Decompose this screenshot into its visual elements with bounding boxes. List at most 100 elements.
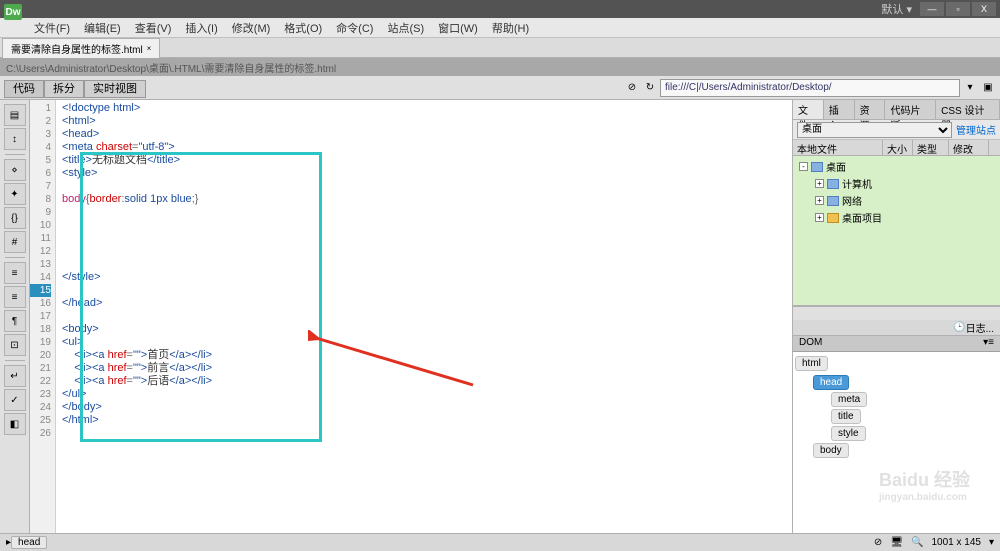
dom-node[interactable]: html	[795, 356, 828, 371]
menu-item[interactable]: 站点(S)	[381, 18, 430, 38]
refresh-icon[interactable]: ↻	[642, 80, 658, 96]
path-bar: C:\Users\Administrator\Desktop\桌面\.HTML\…	[0, 58, 1000, 76]
tree-label: 计算机	[842, 176, 872, 191]
log-bar[interactable]: 🕒 日志...	[793, 320, 1000, 336]
menubar: 文件(F)编辑(E)查看(V)插入(I)修改(M)格式(O)命令(C)站点(S)…	[0, 18, 1000, 38]
panel-tab[interactable]: CSS 设计器	[936, 100, 1000, 119]
search-icon[interactable]: 🔍	[911, 537, 923, 548]
tool-star[interactable]: ✦	[4, 183, 26, 205]
panel-tab[interactable]: 资源	[855, 100, 886, 119]
document-tab-label: 需要清除自身属性的标签.html	[11, 41, 143, 56]
column-header[interactable]: 本地文件	[793, 140, 883, 155]
menu-item[interactable]: 查看(V)	[129, 18, 178, 38]
left-toolbar: ▤ ↕ ⋄ ✦ {} # ≡ ≡ ¶ ⊡ ↵ ✓ ◧	[0, 100, 30, 533]
drive-icon	[827, 196, 839, 206]
view-button[interactable]: 代码	[4, 80, 44, 98]
tool-check[interactable]: ✓	[4, 389, 26, 411]
folder-icon	[827, 213, 839, 223]
code-editor[interactable]: 1234567891011121314151617181920212223242…	[30, 100, 792, 533]
tree-item[interactable]: + 网络	[795, 192, 998, 209]
main-area: ▤ ↕ ⋄ ✦ {} # ≡ ≡ ¶ ⊡ ↵ ✓ ◧ 1234567891011…	[0, 100, 1000, 533]
expander-icon[interactable]: +	[815, 179, 824, 188]
panel-tab[interactable]: 文件	[793, 100, 824, 119]
menu-item[interactable]: 帮助(H)	[486, 18, 535, 38]
dom-tree[interactable]: html head meta title style body	[793, 352, 1000, 533]
maximize-button[interactable]: ▫	[946, 2, 970, 16]
tree-item[interactable]: + 桌面项目	[795, 209, 998, 226]
layout-dropdown[interactable]: 默认 ▾	[881, 1, 912, 17]
menu-item[interactable]: 编辑(E)	[78, 18, 127, 38]
tree-item[interactable]: + 计算机	[795, 175, 998, 192]
scrollbar[interactable]	[793, 306, 1000, 320]
panel-tabs: 文件插入资源代码片断CSS 设计器	[793, 100, 1000, 120]
column-header[interactable]: 大小	[883, 140, 913, 155]
drive-icon	[827, 179, 839, 189]
tree-label: 桌面	[826, 159, 846, 174]
dom-node[interactable]: meta	[831, 392, 867, 407]
menu-item[interactable]: 修改(M)	[226, 18, 277, 38]
panel-tab[interactable]: 插入	[824, 100, 855, 119]
tree-item[interactable]: - 桌面	[795, 158, 998, 175]
tool-color[interactable]: ◧	[4, 413, 26, 435]
dom-node[interactable]: style	[831, 426, 866, 441]
menu-item[interactable]: 插入(I)	[179, 18, 223, 38]
menu-item[interactable]: 命令(C)	[330, 18, 379, 38]
code-area[interactable]: <!doctype html><html><head><meta charset…	[56, 100, 792, 533]
tool-list[interactable]: ≡	[4, 262, 26, 284]
tool-open[interactable]: ▤	[4, 104, 26, 126]
dom-node[interactable]: head	[813, 375, 849, 390]
document-tabs: 需要清除自身属性的标签.html ×	[0, 38, 1000, 58]
expander-icon[interactable]: +	[815, 213, 824, 222]
dropdown-icon[interactable]: ▾	[989, 537, 994, 548]
right-panel: 文件插入资源代码片断CSS 设计器 桌面 管理站点 本地文件大小类型修改 - 桌面…	[792, 100, 1000, 533]
column-header[interactable]: 类型	[913, 140, 949, 155]
drive-icon	[811, 162, 823, 172]
home-icon[interactable]: ▣	[980, 80, 996, 96]
dropdown-icon[interactable]: ▾	[962, 80, 978, 96]
menu-item[interactable]: 窗口(W)	[432, 18, 484, 38]
menu-item[interactable]: 文件(F)	[28, 18, 76, 38]
dom-panel-header: DOM ▾≡	[793, 336, 1000, 352]
dom-title: DOM	[799, 337, 822, 350]
view-button[interactable]: 拆分	[44, 80, 84, 98]
document-tab[interactable]: 需要清除自身属性的标签.html ×	[2, 38, 160, 58]
expander-icon[interactable]: +	[815, 196, 824, 205]
minimize-button[interactable]: —	[920, 2, 944, 16]
tool-arrow[interactable]: ↕	[4, 128, 26, 150]
tool-tag[interactable]: ⋄	[4, 159, 26, 181]
close-icon[interactable]: ×	[147, 44, 152, 53]
address-input[interactable]	[660, 79, 960, 97]
menu-item[interactable]: 格式(O)	[278, 18, 328, 38]
close-button[interactable]: X	[972, 2, 996, 16]
panel-menu-icon[interactable]: ▾≡	[983, 337, 994, 350]
breadcrumb[interactable]: head	[11, 536, 47, 549]
log-icon: 🕒	[953, 322, 965, 333]
tool-indent[interactable]: ≡	[4, 286, 26, 308]
site-select[interactable]: 桌面	[797, 122, 952, 138]
view-toolbar: 代码拆分实时视图 ⊘ ↻ ▾ ▣	[0, 76, 1000, 100]
dom-node[interactable]: title	[831, 409, 861, 424]
overflow-icon[interactable]: ⊘	[874, 537, 882, 548]
dom-node[interactable]: body	[813, 443, 849, 458]
view-button[interactable]: 实时视图	[84, 80, 146, 98]
column-header[interactable]: 修改	[949, 140, 989, 155]
status-bar: ▸ head ⊘ 🖥 🔍 1001 x 145 ▾	[0, 533, 1000, 551]
tool-wrap[interactable]: ↵	[4, 365, 26, 387]
log-label: 日志...	[966, 320, 994, 335]
manage-sites-link[interactable]: 管理站点	[956, 122, 996, 137]
expander-icon[interactable]: -	[799, 162, 808, 171]
stop-icon[interactable]: ⊘	[624, 80, 640, 96]
line-gutter: 1234567891011121314151617181920212223242…	[30, 100, 56, 533]
device-icon[interactable]: 🖥	[890, 537, 903, 548]
file-list-header: 本地文件大小类型修改	[793, 140, 1000, 156]
tool-para[interactable]: ¶	[4, 310, 26, 332]
tool-hash[interactable]: #	[4, 231, 26, 253]
file-tree[interactable]: -桌面+计算机+网络+桌面项目	[793, 156, 1000, 306]
tree-label: 网络	[842, 193, 862, 208]
titlebar: Dw 默认 ▾ — ▫ X	[0, 0, 1000, 18]
tool-comment[interactable]: ⊡	[4, 334, 26, 356]
panel-tab[interactable]: 代码片断	[885, 100, 936, 119]
dimensions-label: 1001 x 145	[931, 537, 981, 548]
tree-label: 桌面项目	[842, 210, 882, 225]
tool-brace[interactable]: {}	[4, 207, 26, 229]
